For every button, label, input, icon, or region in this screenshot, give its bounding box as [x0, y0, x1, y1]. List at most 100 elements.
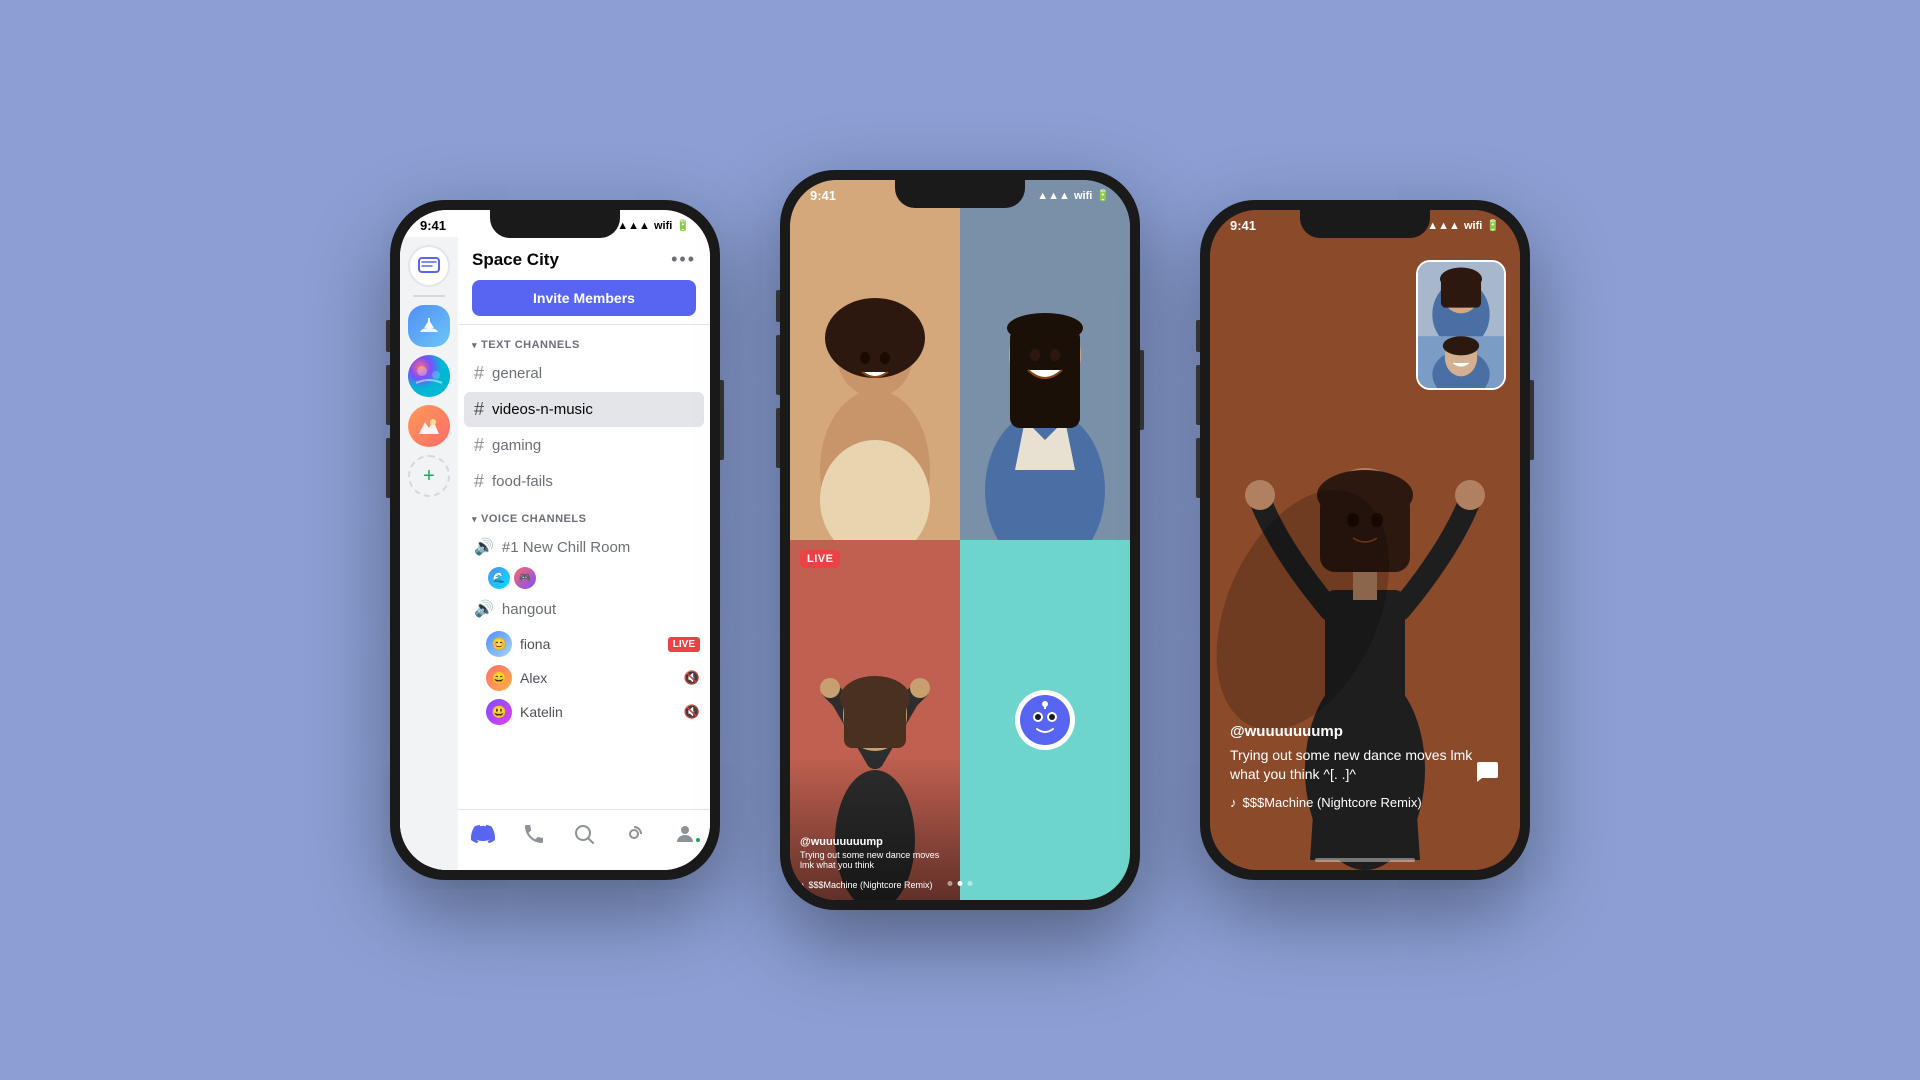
status-icons-3: ▲▲▲ wifi 🔋: [1427, 219, 1500, 232]
volume-up-button-3[interactable]: [1196, 365, 1200, 425]
power-button-2[interactable]: [1140, 350, 1144, 430]
speech-bubble-icon: [1474, 758, 1500, 784]
katelin-name: Katelin: [520, 704, 676, 720]
video-caption: Trying out some new dance moves lmk what…: [800, 850, 950, 870]
pip-top: [1418, 262, 1504, 338]
nav-search[interactable]: [559, 818, 609, 850]
channel-name-food: food-fails: [492, 473, 553, 490]
video-username: @wuuuuuuump: [800, 836, 950, 848]
volume-down-button-2[interactable]: [776, 408, 780, 468]
pip-person-1-svg: [1418, 262, 1504, 338]
channel-name-general: general: [492, 365, 542, 382]
nav-profile[interactable]: [660, 818, 710, 850]
add-server-button[interactable]: +: [408, 455, 450, 497]
channel-gaming[interactable]: # gaming: [464, 428, 704, 463]
pip-window: [1416, 260, 1506, 390]
phone-1-screen: 9:41 ▲▲▲ wifi 🔋: [400, 210, 710, 870]
volume-mute-button[interactable]: [386, 320, 390, 352]
voice-member-fiona[interactable]: 😊 fiona LIVE: [458, 627, 710, 661]
music-note-icon-3: ♪: [1230, 795, 1237, 810]
comment-icon[interactable]: [1474, 758, 1500, 790]
video-music-bar: ♪ $$$Machine (Nightcore Remix): [800, 880, 933, 890]
fiona-name: fiona: [520, 636, 660, 652]
text-channels-header[interactable]: ▾ TEXT CHANNELS: [458, 333, 710, 355]
power-button-3[interactable]: [1530, 380, 1534, 460]
channel-food-fails[interactable]: # food-fails: [464, 464, 704, 499]
video-cell-bottom-right: [960, 540, 1130, 900]
notch-1: [490, 210, 620, 238]
dance-caption: Trying out some new dance moves lmk what…: [1230, 746, 1500, 785]
nav-phone[interactable]: [508, 818, 558, 850]
fiona-avatar: 😊: [486, 631, 512, 657]
volume-down-button-3[interactable]: [1196, 438, 1200, 498]
person-svg-1: [790, 180, 960, 540]
nav-discord[interactable]: [458, 818, 508, 850]
phones-container: 9:41 ▲▲▲ wifi 🔋: [390, 170, 1530, 910]
phone-1: 9:41 ▲▲▲ wifi 🔋: [390, 200, 720, 880]
home-indicator-3: [1315, 858, 1415, 862]
volume-mute-button-2[interactable]: [776, 290, 780, 322]
bottom-nav: [458, 809, 710, 870]
pip-bottom: [1418, 338, 1504, 388]
voice-member-katelin[interactable]: 😃 Katelin 🔇: [458, 695, 710, 729]
music-track: $$$Machine (Nightcore Remix): [809, 880, 933, 890]
phone-3: 9:41 ▲▲▲ wifi 🔋: [1200, 200, 1530, 880]
power-button[interactable]: [720, 380, 724, 460]
battery-icon: 🔋: [676, 219, 690, 232]
dot-2: [958, 881, 963, 886]
time-2: 9:41: [810, 188, 836, 203]
volume-down-button[interactable]: [386, 438, 390, 498]
channel-general[interactable]: # general: [464, 356, 704, 391]
battery-icon-3: 🔋: [1486, 219, 1500, 232]
server-icon-mountain[interactable]: [408, 405, 450, 447]
dance-screen: 9:41 ▲▲▲ wifi 🔋: [1210, 210, 1520, 870]
chill-room-users: 🌊 🎮: [458, 565, 710, 591]
server-icon-gradient[interactable]: [408, 355, 450, 397]
voice-member-alex[interactable]: 😄 Alex 🔇: [458, 661, 710, 695]
bot-avatar: [1015, 690, 1075, 750]
battery-icon-2: 🔋: [1096, 189, 1110, 202]
dance-username: @wuuuuuuump: [1230, 723, 1500, 740]
channel-videos-n-music[interactable]: # videos-n-music: [464, 392, 704, 427]
dot-3: [968, 881, 973, 886]
video-cell-top-right: [960, 180, 1130, 540]
notch-2: [895, 180, 1025, 208]
channel-sections: ▾ TEXT CHANNELS # general # videos-n-mus…: [458, 325, 710, 809]
volume-up-button-2[interactable]: [776, 335, 780, 395]
katelin-avatar: 😃: [486, 699, 512, 725]
volume-mute-button-3[interactable]: [1196, 320, 1200, 352]
dance-music-track: $$$Machine (Nightcore Remix): [1243, 795, 1422, 810]
voice-channels-header[interactable]: ▾ VOICE CHANNELS: [458, 507, 710, 529]
invite-members-button[interactable]: Invite Members: [472, 280, 696, 316]
photo-overlay-3: [790, 756, 960, 900]
voice-user-avatar-2: 🎮: [514, 567, 536, 589]
section-arrow-text: ▾: [472, 340, 477, 351]
volume-up-button[interactable]: [386, 365, 390, 425]
nav-mentions[interactable]: [609, 818, 659, 850]
channel-name-gaming: gaming: [492, 437, 541, 454]
phone-3-screen: 9:41 ▲▲▲ wifi 🔋: [1210, 210, 1520, 870]
notch-3: [1300, 210, 1430, 238]
section-arrow-voice: ▾: [472, 514, 477, 525]
video-cell-top-left: [790, 180, 960, 540]
voice-channels-label: VOICE CHANNELS: [481, 513, 586, 525]
more-options-icon[interactable]: •••: [671, 249, 696, 270]
voice-chill-room[interactable]: 🔊 #1 New Chill Room: [464, 530, 704, 564]
hash-icon: #: [474, 363, 484, 384]
video-grid: LIVE @wuuuuuuump Trying out some new dan…: [790, 180, 1130, 900]
video-cell-bottom-left: LIVE @wuuuuuuump Trying out some new dan…: [790, 540, 960, 900]
page-dots: [948, 881, 973, 886]
server-divider: [413, 295, 445, 297]
voice-channel-name-2: hangout: [502, 601, 556, 618]
alex-muted-icon: 🔇: [684, 670, 700, 686]
signal-icon-3: ▲▲▲: [1427, 220, 1460, 232]
time-1: 9:41: [420, 218, 446, 233]
server-icon-boat[interactable]: [408, 305, 450, 347]
live-badge-fiona: LIVE: [668, 637, 700, 652]
hash-icon-3: #: [474, 435, 484, 456]
phone-2-screen: 9:41 ▲▲▲ wifi 🔋: [790, 180, 1130, 900]
music-note-icon: ♪: [800, 880, 805, 890]
phone-2: 9:41 ▲▲▲ wifi 🔋: [780, 170, 1140, 910]
dm-icon[interactable]: [408, 245, 450, 287]
voice-hangout[interactable]: 🔊 hangout: [464, 592, 704, 626]
